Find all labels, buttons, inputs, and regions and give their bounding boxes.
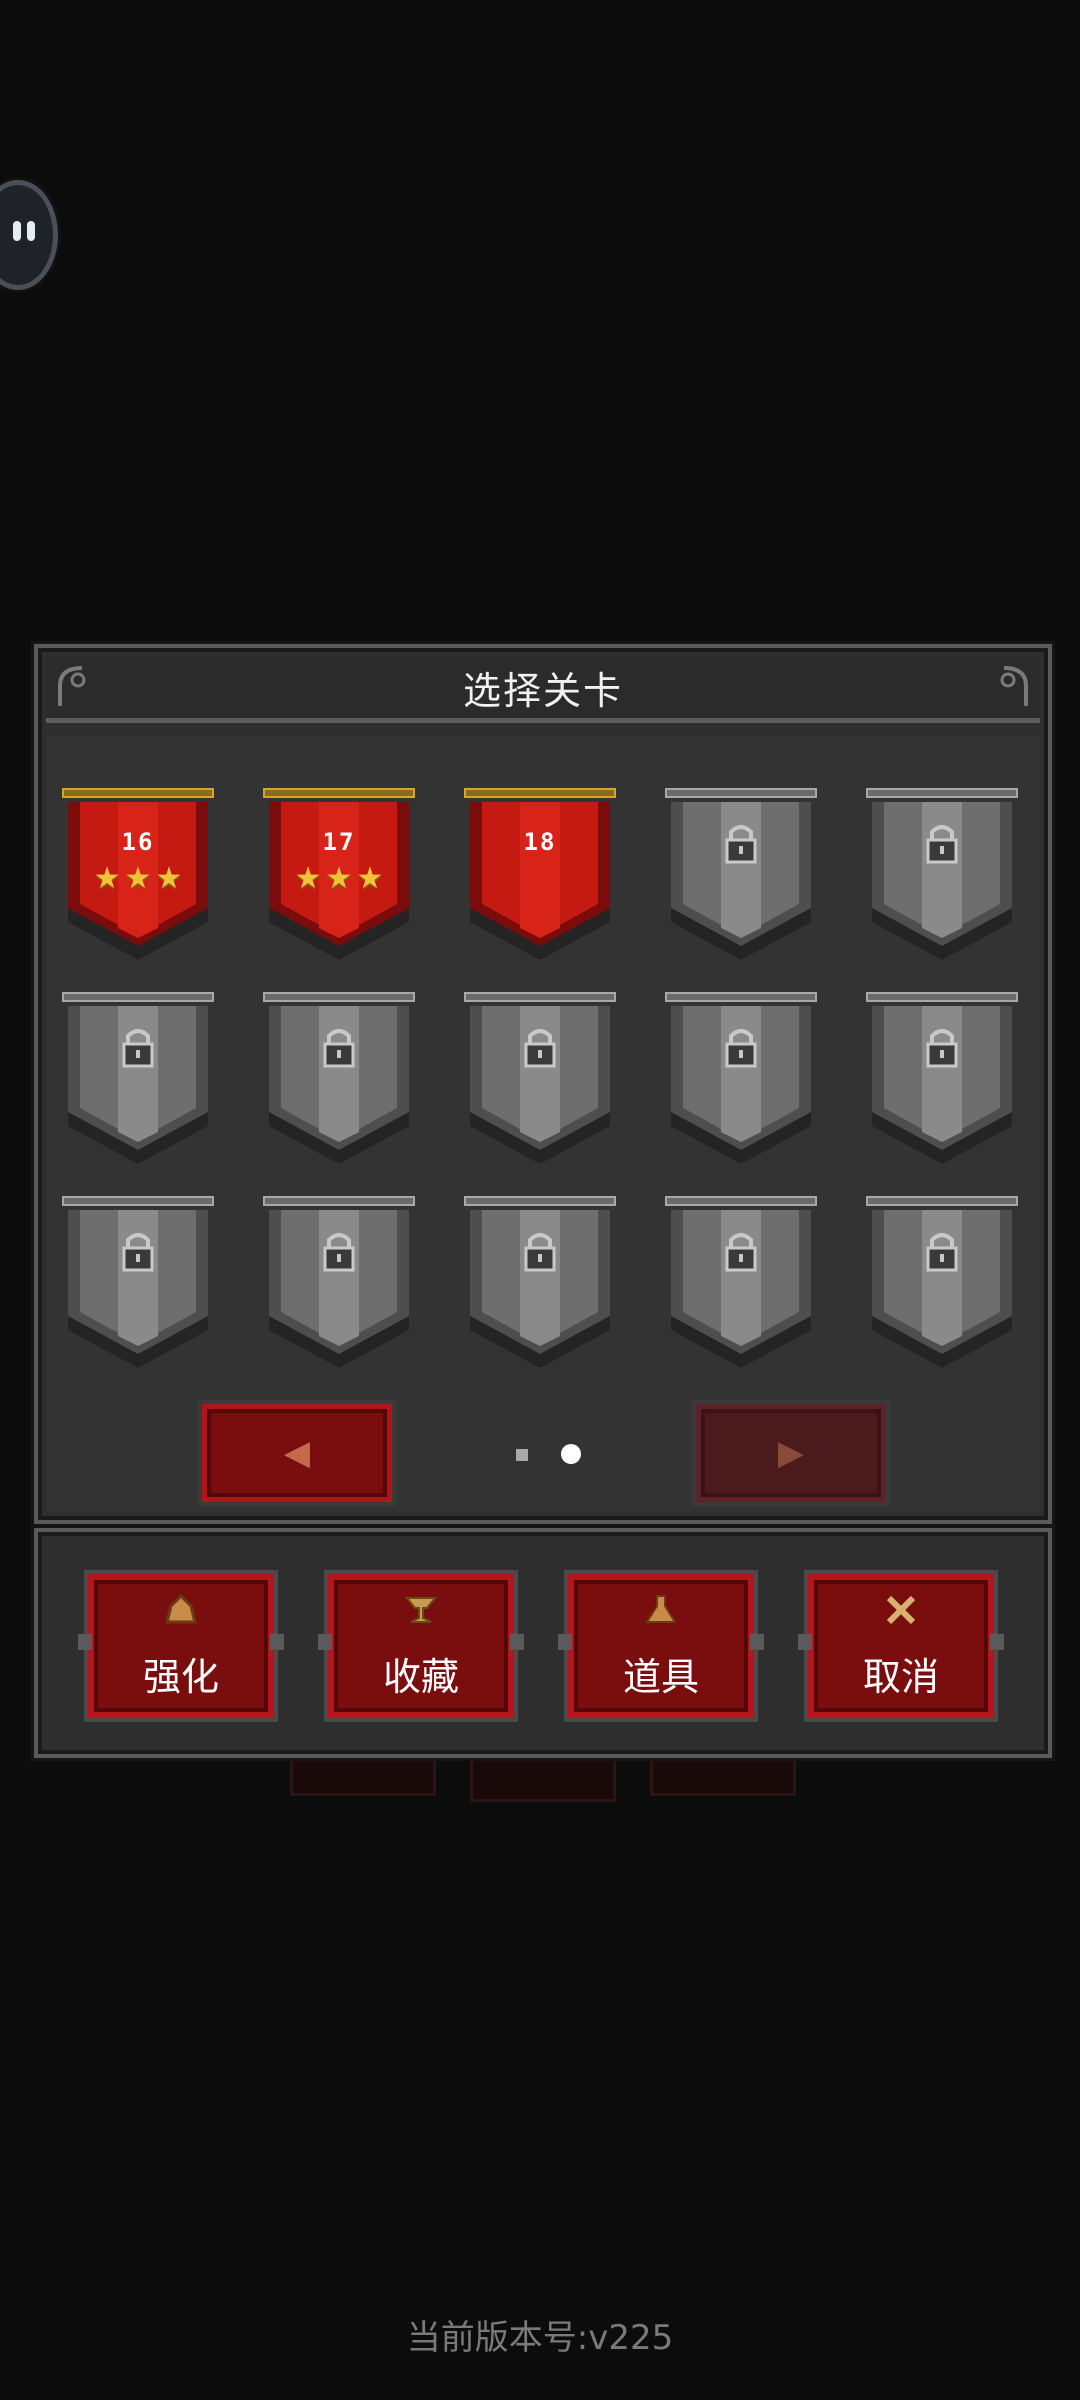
locked-level-banner[interactable] [866, 788, 1018, 978]
potion-icon [568, 1594, 754, 1634]
version-text: 当前版本号:v225 [406, 2318, 674, 2358]
arrow-left-icon: ◀ [283, 1433, 311, 1473]
star-icon: ★ [124, 861, 152, 896]
star-icon: ★ [93, 861, 121, 896]
locked-level-banner[interactable] [665, 992, 817, 1182]
level-number: 16 [121, 828, 155, 856]
floating-assistant-icon[interactable] [0, 180, 58, 290]
star-icon: ★ [294, 861, 322, 896]
assistant-eye-right [27, 221, 35, 241]
corner-ornament-icon [1000, 666, 1028, 706]
upgrade-button[interactable]: 强化 [78, 1570, 284, 1722]
locked-level-banner[interactable] [866, 992, 1018, 1182]
assistant-eye-left [13, 221, 21, 241]
level-banner[interactable]: 17 ★ ★ ★ [263, 788, 415, 978]
arrow-right-icon: ▶ [777, 1433, 805, 1473]
locked-level-banner[interactable] [464, 992, 616, 1182]
dialog-title-bar: 选择关卡 [46, 656, 1040, 723]
cancel-button[interactable]: 取消 [798, 1570, 1004, 1722]
star-icon: ★ [356, 861, 384, 896]
star-rating: ★ ★ ★ [263, 864, 415, 894]
dialog-title: 选择关卡 [462, 668, 623, 713]
page-indicator-1 [516, 1449, 528, 1461]
corner-ornament-icon [58, 666, 86, 706]
next-page-button[interactable]: ▶ [692, 1400, 890, 1506]
upgrade-label: 强化 [142, 1655, 219, 1699]
star-icon: ★ [155, 861, 183, 896]
locked-level-banner[interactable] [464, 1196, 616, 1386]
page-indicator-2-active [561, 1444, 581, 1464]
locked-level-banner[interactable] [665, 1196, 817, 1386]
locked-level-banner[interactable] [263, 1196, 415, 1386]
level-number: 17 [322, 828, 356, 856]
items-button[interactable]: 道具 [558, 1570, 764, 1722]
cancel-label: 取消 [862, 1655, 939, 1699]
locked-level-banner[interactable] [62, 1196, 214, 1386]
level-banner[interactable]: 18 [464, 788, 616, 978]
level-banner[interactable]: 16 ★ ★ ★ [62, 788, 214, 978]
level-number: 18 [523, 828, 557, 856]
trophy-icon [328, 1594, 514, 1634]
prev-page-button[interactable]: ◀ [198, 1400, 396, 1506]
collection-button[interactable]: 收藏 [318, 1570, 524, 1722]
locked-level-banner[interactable] [866, 1196, 1018, 1386]
locked-level-banner[interactable] [62, 992, 214, 1182]
locked-level-banner[interactable] [665, 788, 817, 978]
star-icon: ★ [325, 861, 353, 896]
items-label: 道具 [622, 1655, 699, 1699]
locked-level-banner[interactable] [263, 992, 415, 1182]
upgrade-icon [88, 1593, 274, 1634]
collection-label: 收藏 [382, 1655, 459, 1699]
close-icon [808, 1594, 994, 1634]
star-rating: ★ ★ ★ [62, 864, 214, 894]
